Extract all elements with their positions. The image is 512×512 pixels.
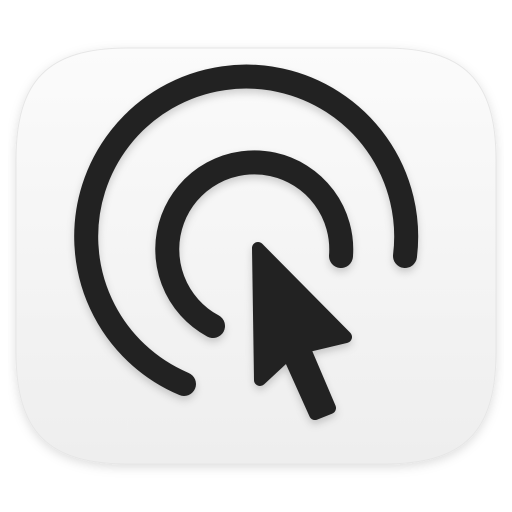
app-icon bbox=[8, 8, 504, 504]
app-icon-graphic bbox=[15, 47, 497, 465]
icon-canvas bbox=[0, 0, 512, 512]
